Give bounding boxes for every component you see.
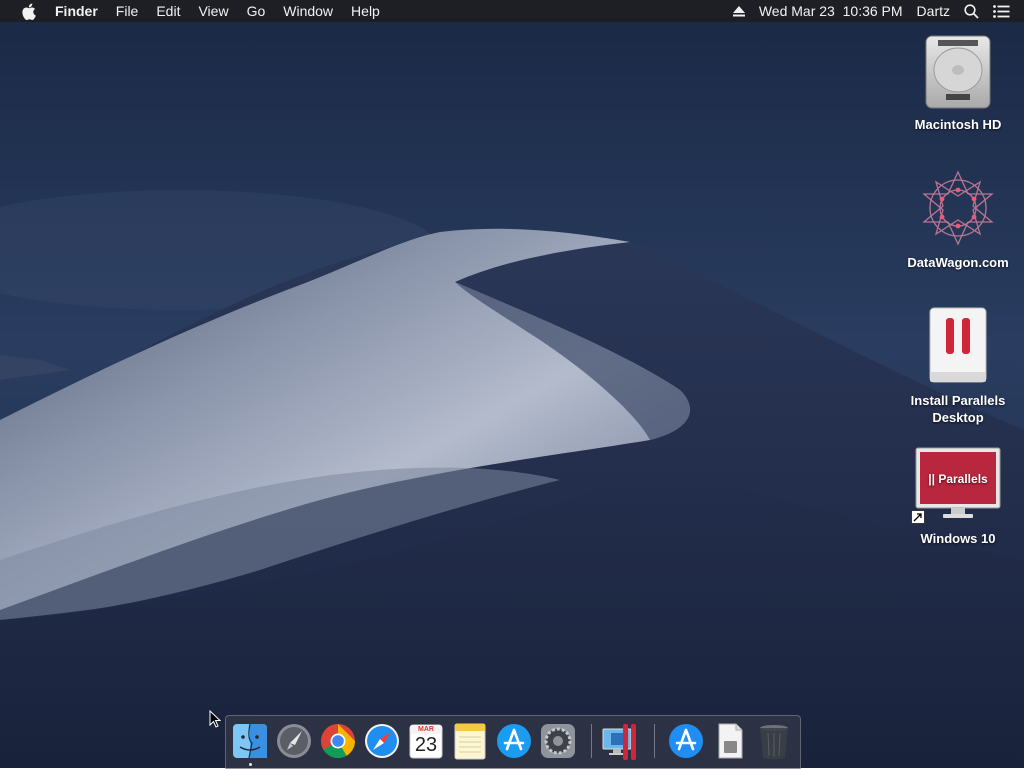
calendar-month: MAR xyxy=(418,726,434,733)
eject-icon[interactable] xyxy=(732,5,745,17)
menu-help[interactable]: Help xyxy=(342,0,389,22)
mouse-cursor-icon xyxy=(209,710,221,728)
menu-app-finder[interactable]: Finder xyxy=(46,0,107,22)
desktop-icon-macintosh-hd[interactable]: Macintosh HD xyxy=(903,30,1013,133)
menu-clock[interactable]: Wed Mar 23 10:36 PM xyxy=(759,3,903,19)
downloads-stack-icon xyxy=(718,723,743,759)
menu-user[interactable]: Dartz xyxy=(917,3,950,19)
apple-icon[interactable] xyxy=(18,0,38,22)
calendar-day: 23 xyxy=(414,734,438,756)
menu-view[interactable]: View xyxy=(189,0,237,22)
desktop-icon-install-parallels[interactable]: Install Parallels Desktop xyxy=(903,306,1013,426)
dock-item-safari[interactable] xyxy=(363,721,401,761)
alias-arrow-icon xyxy=(911,510,925,527)
notification-center-icon[interactable] xyxy=(993,4,1010,18)
dock-item-calendar[interactable]: MAR 23 xyxy=(407,721,445,761)
applications-folder-icon xyxy=(669,724,703,758)
launchpad-icon xyxy=(277,724,311,758)
dock-separator xyxy=(591,724,592,758)
dock-separator xyxy=(654,724,655,758)
menu-file[interactable]: File xyxy=(107,0,148,22)
parallels-vm-badge: || Parallels xyxy=(928,472,988,486)
app-store-icon xyxy=(497,724,531,758)
dock-item-app-store[interactable] xyxy=(495,721,533,761)
dock: MAR 23 xyxy=(225,715,801,769)
safari-icon xyxy=(365,724,399,758)
notes-icon xyxy=(454,723,486,760)
dock-item-parallels[interactable] xyxy=(601,721,639,761)
dock-item-trash[interactable] xyxy=(755,721,793,761)
dock-item-system-preferences[interactable] xyxy=(539,721,577,761)
menu-bar: Finder File Edit View Go Window Help Wed… xyxy=(0,0,1024,22)
spotlight-search-icon[interactable] xyxy=(964,3,979,19)
desktop-icon-label: DataWagon.com xyxy=(907,255,1009,270)
trash-icon xyxy=(760,725,788,760)
system-preferences-icon xyxy=(541,724,575,758)
dock-item-launchpad[interactable] xyxy=(275,721,313,761)
dock-item-notes[interactable] xyxy=(451,721,489,761)
desktop-icon-label: Windows 10 xyxy=(920,531,996,546)
desktop-icon-windows-10[interactable]: || Parallels Windows 10 xyxy=(903,444,1013,547)
running-indicator xyxy=(249,763,252,766)
parallels-vm-icon: || Parallels xyxy=(911,444,1001,524)
dock-item-applications[interactable] xyxy=(667,721,705,761)
dock-item-finder[interactable] xyxy=(231,721,269,766)
parallels-installer-icon xyxy=(918,306,998,386)
hard-drive-icon xyxy=(918,30,998,110)
dock-item-downloads[interactable] xyxy=(711,721,749,761)
desktop-icon-label: Install Parallels Desktop xyxy=(910,393,1006,425)
parallels-desktop-icon xyxy=(602,724,636,760)
menu-window[interactable]: Window xyxy=(274,0,342,22)
finder-icon xyxy=(233,723,267,759)
desktop-wallpaper xyxy=(0,0,1024,768)
menu-edit[interactable]: Edit xyxy=(147,0,189,22)
menu-go[interactable]: Go xyxy=(238,0,275,22)
dock-item-chrome[interactable] xyxy=(319,721,357,761)
desktop-icon-datawagon[interactable]: DataWagon.com xyxy=(903,168,1013,271)
chrome-icon xyxy=(321,724,355,758)
datawagon-logo-icon xyxy=(918,168,998,248)
desktop-icon-label: Macintosh HD xyxy=(914,117,1002,132)
